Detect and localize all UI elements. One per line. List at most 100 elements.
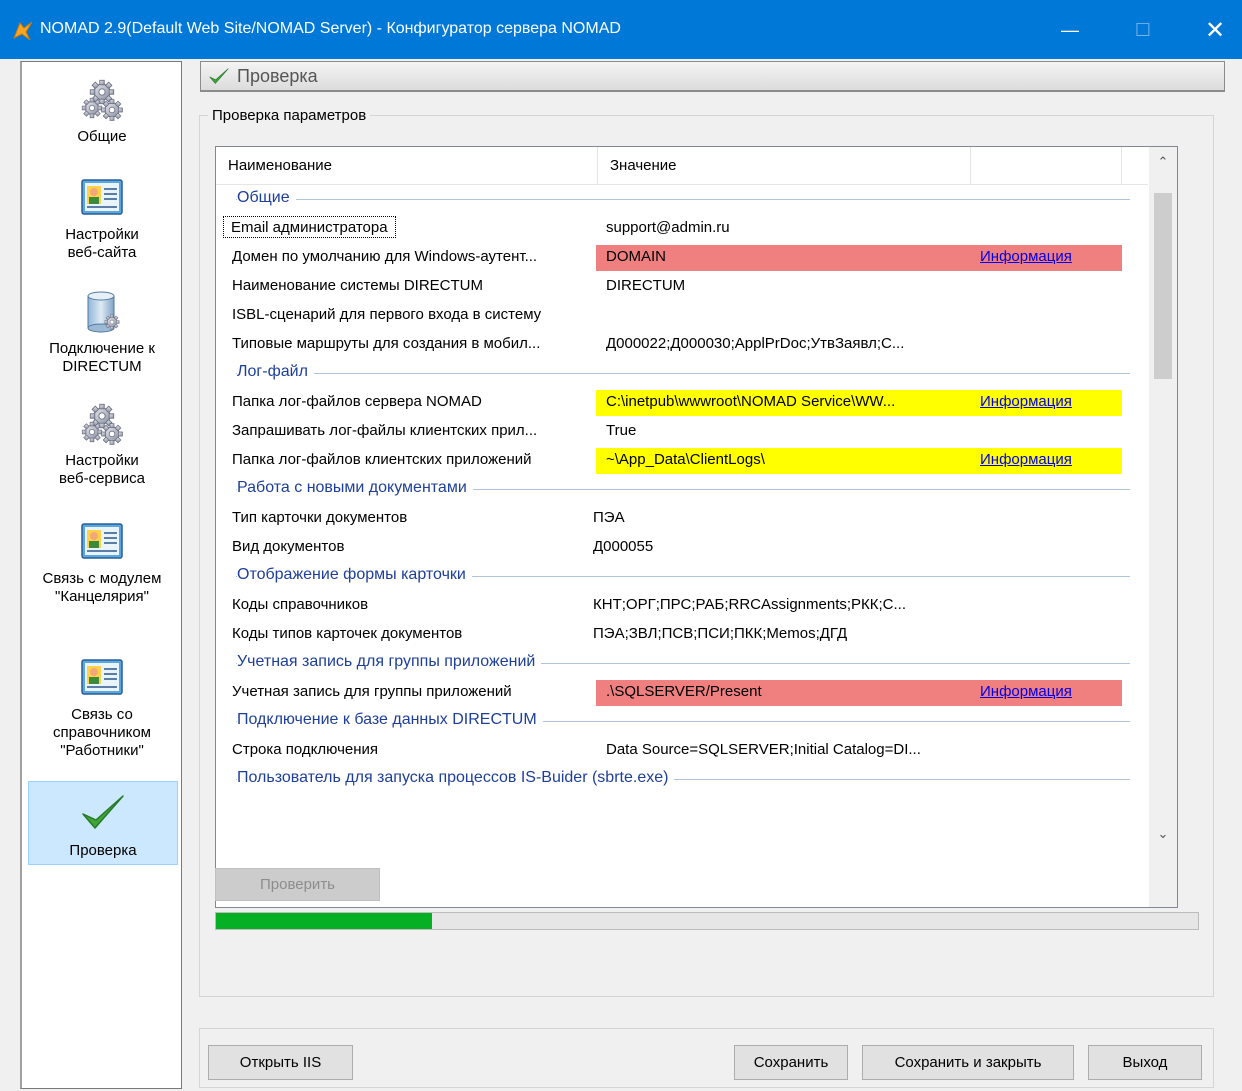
item-value: ПЭА [593,509,625,526]
column-header-value[interactable]: Значение [598,147,971,185]
sidebar-item-label: Настройки веб-сайта [65,226,139,261]
configurator-window: Общие Настройки веб-сайта Подключение к … [0,59,1242,1091]
save-and-close-button[interactable]: Сохранить и закрыть [862,1045,1074,1080]
open-iis-button[interactable]: Открыть IIS [208,1045,353,1080]
section-header: Проверка [200,61,1225,92]
group-divider [236,199,1130,200]
group-header[interactable]: Пользователь для запуска процессов IS-Bu… [216,765,1148,794]
column-header-name[interactable]: Наименование [216,147,598,185]
group-header[interactable]: Учетная запись для группы приложений [216,649,1148,678]
group-label: Лог-файл [237,363,314,381]
database-icon [78,288,126,336]
parameters-list[interactable]: Наименование Значение Общие Email админис… [215,146,1178,908]
checkmark-icon [209,68,229,84]
contact-card-icon [81,179,123,215]
item-value: support@admin.ru [606,219,730,236]
progress-fill [216,913,433,929]
group-label: Подключение к базе данных DIRECTUM [237,711,543,729]
sidebar-item-office-module[interactable]: Связь с модулем "Канцелярия" [22,518,182,606]
list-item[interactable]: Тип карточки документов ПЭА [216,504,1148,533]
minimize-button[interactable]: — [1047,12,1093,48]
close-button[interactable]: ✕ [1192,12,1238,48]
list-item[interactable]: Папка лог-файлов сервера NOMAD C:\inetpub… [216,388,1148,417]
nomad-logo-icon [13,21,33,41]
save-button[interactable]: Сохранить [734,1045,848,1080]
group-label: Общие [237,189,296,207]
sidebar-item-check[interactable]: Проверка [28,781,178,865]
sidebar-item-label: Общие [77,128,127,145]
footer-group: Открыть IIS Сохранить Сохранить и закрыт… [199,1028,1214,1088]
section-title: Проверка [237,66,318,86]
list-item[interactable]: Учетная запись для группы приложений .\SQ… [216,678,1148,707]
item-value: Data Source=SQLSERVER;Initial Catalog=DI… [606,741,921,758]
item-name: Домен по умолчанию для Windows-аутент... [232,248,538,265]
group-legend: Проверка параметров [208,107,371,124]
item-value: .\SQLSERVER/Present [606,683,762,700]
sidebar-item-website-settings[interactable]: Настройки веб-сайта [22,174,182,262]
sidebar-item-label: Связь с модулем "Канцелярия" [42,570,162,605]
check-button[interactable]: Проверить [215,868,380,901]
sidebar-item-label: Подключение к DIRECTUM [49,340,155,375]
sidebar-item-employees-directory[interactable]: Связь со справочником "Работники" [22,654,182,760]
scroll-thumb[interactable] [1154,193,1172,379]
window-title: NOMAD 2.9(Default Web Site/NOMAD Server)… [40,20,621,37]
scroll-up-icon[interactable]: ⌃ [1149,151,1177,173]
item-name: Строка подключения [232,741,379,758]
exit-button[interactable]: Выход [1088,1045,1202,1080]
list-header: Наименование Значение [216,147,1148,185]
list-item[interactable]: Запрашивать лог-файлы клиентских прил...… [216,417,1148,446]
group-label: Учетная запись для группы приложений [237,653,542,671]
checkmark-icon [82,795,124,829]
item-name: Типовые маршруты для создания в мобил... [232,335,541,352]
contact-card-icon [81,659,123,695]
group-header[interactable]: Лог-файл [216,359,1148,388]
item-name: Вид документов [232,538,345,555]
sidebar-item-webservice-settings[interactable]: Настройки веб-сервиса [22,400,182,488]
group-header[interactable]: Отображение формы карточки [216,562,1148,591]
item-name: Папка лог-файлов сервера NOMAD [232,393,482,410]
sidebar-item-general[interactable]: Общие [22,76,182,146]
list-item[interactable]: Типовые маршруты для создания в мобил...… [216,330,1148,359]
item-value: ПЭА;ЗВЛ;ПСВ;ПСИ;ПКК;Memos;ДГД [593,625,848,642]
group-header[interactable]: Общие [216,185,1148,214]
sidebar-item-label: Проверка [69,842,137,859]
list-item[interactable]: Наименование системы DIRECTUM DIRECTUM [216,272,1148,301]
list-item-partial[interactable] [216,794,1148,823]
info-link[interactable]: Информация [980,683,1072,700]
list-body: Общие Email администратора support@admin.r… [216,185,1148,823]
item-name: Коды справочников [232,596,369,613]
list-item[interactable]: Строка подключения Data Source=SQLSERVER;… [216,736,1148,765]
list-item[interactable]: Email администратора support@admin.ru [216,214,1148,243]
group-header[interactable]: Подключение к базе данных DIRECTUM [216,707,1148,736]
scroll-down-icon[interactable]: ⌄ [1149,823,1177,845]
sidebar-item-directum-connection[interactable]: Подключение к DIRECTUM [22,288,182,376]
item-value: Д000022;Д000030;ApplPrDoc;УтвЗаявл;С... [606,335,905,352]
contact-card-icon [81,523,123,559]
group-header[interactable]: Работа с новыми документами [216,475,1148,504]
vertical-scrollbar[interactable]: ⌃ ⌄ [1149,147,1177,907]
list-item[interactable]: ISBL-сценарий для первого входа в систем… [216,301,1148,330]
item-name: Email администратора [223,216,396,238]
item-value: ~\App_Data\ClientLogs\ [606,451,765,468]
group-divider [236,373,1130,374]
group-label: Работа с новыми документами [237,479,473,497]
item-name: Учетная запись для группы приложений [232,683,512,700]
info-link[interactable]: Информация [980,451,1072,468]
item-name: Папка лог-файлов клиентских приложений [232,451,532,468]
info-link[interactable]: Информация [980,248,1072,265]
list-item[interactable]: Папка лог-файлов клиентских приложений ~\… [216,446,1148,475]
info-link[interactable]: Информация [980,393,1072,410]
maximize-button[interactable]: ☐ [1120,12,1166,48]
item-name: Наименование системы DIRECTUM [232,277,483,294]
group-label: Пользователь для запуска процессов IS-Bu… [237,769,675,787]
list-item[interactable]: Вид документов Д000055 [216,533,1148,562]
sidebar: Общие Настройки веб-сайта Подключение к … [20,61,182,1089]
list-item[interactable]: Домен по умолчанию для Windows-аутент...… [216,243,1148,272]
list-item[interactable]: Коды типов карточек документов ПЭА;ЗВЛ;ПС… [216,620,1148,649]
item-name: ISBL-сценарий для первого входа в систем… [232,306,542,323]
sidebar-item-label: Связь со справочником "Работники" [53,706,151,759]
list-item[interactable]: Коды справочников КНТ;ОРГ;ПРС;РАБ;RRCAssi… [216,591,1148,620]
item-value: DOMAIN [606,248,666,265]
column-header-info[interactable] [971,147,1122,185]
item-value: True [606,422,637,439]
